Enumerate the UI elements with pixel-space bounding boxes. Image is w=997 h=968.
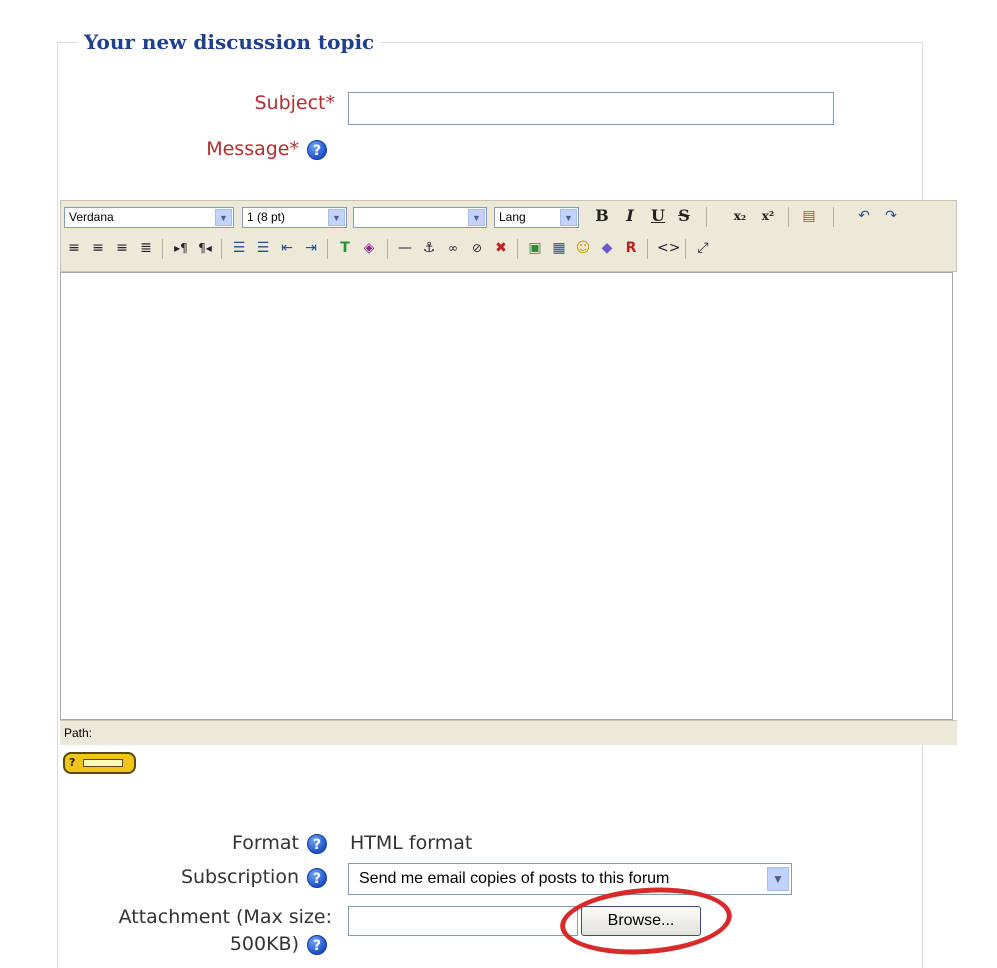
toolbar-separator [387,239,388,259]
clean-word-icon[interactable]: ▤ [799,207,819,225]
subscription-select[interactable]: Send me email copies of posts to this fo… [348,863,792,895]
indent-icon[interactable]: ⇥ [301,239,321,257]
undo-icon[interactable]: ↶ [854,207,874,225]
background-color-icon[interactable]: ◈ [359,239,379,257]
align-center-icon[interactable]: ≡ [88,239,108,257]
text-color-icon[interactable]: T [335,239,355,257]
toolbar-separator [788,207,789,227]
strikethrough-button[interactable]: S [673,205,695,227]
subscription-label: Subscription [180,866,299,888]
toolbar-separator [327,239,328,259]
insert-table-icon[interactable]: ▦ [549,239,569,257]
attachment-label-row: 500KB)? [230,933,327,955]
lang-select[interactable]: Lang ▼ [494,207,579,228]
toolbar-separator [833,207,834,227]
fullscreen-icon[interactable]: ⤢ [693,239,713,257]
align-justify-icon[interactable]: ≣ [136,239,156,257]
message-label-text: Message* [206,138,299,160]
chevron-down-icon: ▼ [328,209,345,226]
anchor-icon[interactable]: ⚓ [419,239,439,257]
editor-toolbar: Verdana ▼ 1 (8 pt) ▼ ▼ Lang ▼ B I U S x₂ x²… [60,200,957,272]
chevron-down-icon: ▼ [767,867,789,891]
link-icon[interactable]: ∞ [443,239,463,257]
align-left-icon[interactable]: ≡ [64,239,84,257]
message-label: Message*? [206,138,327,160]
format-label-row: Format? [232,832,327,854]
subject-label: Subject* [254,92,335,114]
outdent-icon[interactable]: ⇤ [277,239,297,257]
unordered-list-icon[interactable]: ☰ [253,239,273,257]
superscript-button[interactable]: x² [757,205,779,227]
bold-button[interactable]: B [591,205,613,227]
toolbar-separator [517,239,518,259]
format-label: Format [232,832,299,854]
toolbar-separator [706,207,707,227]
help-icon[interactable]: ? [307,867,327,888]
format-value: HTML format [350,832,473,854]
chevron-down-icon: ▼ [215,209,232,226]
keyboard-help-label: ? [69,756,76,769]
subscript-button[interactable]: x₂ [729,205,751,227]
keyboard-icon [83,759,124,767]
toolbar-separator [647,239,648,259]
message-editor-area[interactable] [60,272,953,720]
rtl-icon[interactable]: ¶◂ [195,239,215,257]
chevron-down-icon: ▼ [560,209,577,226]
italic-button[interactable]: I [619,205,641,227]
align-right-icon[interactable]: ≡ [112,239,132,257]
size-select-value: 1 (8 pt) [247,210,286,224]
browse-button[interactable]: Browse... [581,906,701,936]
keyboard-help-button[interactable]: ? [63,752,136,774]
unlink-icon[interactable]: ⊘ [467,239,487,257]
subscription-select-value: Send me email copies of posts to this fo… [359,870,670,887]
toolbar-separator [221,239,222,259]
fieldset-legend: Your new discussion topic [78,30,381,54]
font-select-value: Verdana [69,210,114,224]
size-select[interactable]: 1 (8 pt) ▼ [242,207,347,228]
insert-image-icon[interactable]: ▣ [525,239,545,257]
special-chars-icon[interactable]: ◆ [597,239,617,257]
attachment-label-line1: Attachment (Max size: [118,906,332,928]
smiley-icon[interactable]: ☺ [573,239,593,257]
editor-path-bar: Path: [60,720,957,745]
chevron-down-icon: ▼ [468,209,485,226]
ltr-icon[interactable]: ▸¶ [171,239,191,257]
subscription-label-row: Subscription? [181,866,327,888]
help-icon[interactable]: ? [307,934,327,955]
search-replace-icon[interactable]: R [621,239,641,257]
html-source-icon[interactable]: <> [657,239,680,257]
toolbar-separator [685,239,686,259]
attachment-label-line2: 500KB) [229,933,299,955]
nolink-icon[interactable]: ✖ [491,239,511,257]
redo-icon[interactable]: ↷ [881,207,901,225]
subject-input[interactable] [348,92,834,125]
ordered-list-icon[interactable]: ☰ [229,239,249,257]
font-select[interactable]: Verdana ▼ [64,207,234,228]
lang-select-value: Lang [499,210,526,224]
path-label: Path: [64,726,93,740]
help-icon[interactable]: ? [307,833,327,854]
attachment-file-input[interactable] [348,906,578,936]
style-select[interactable]: ▼ [353,207,487,228]
horizontal-rule-icon[interactable]: — [395,239,415,257]
help-icon[interactable]: ? [307,139,327,160]
toolbar-separator [162,239,163,259]
underline-button[interactable]: U [647,205,669,227]
